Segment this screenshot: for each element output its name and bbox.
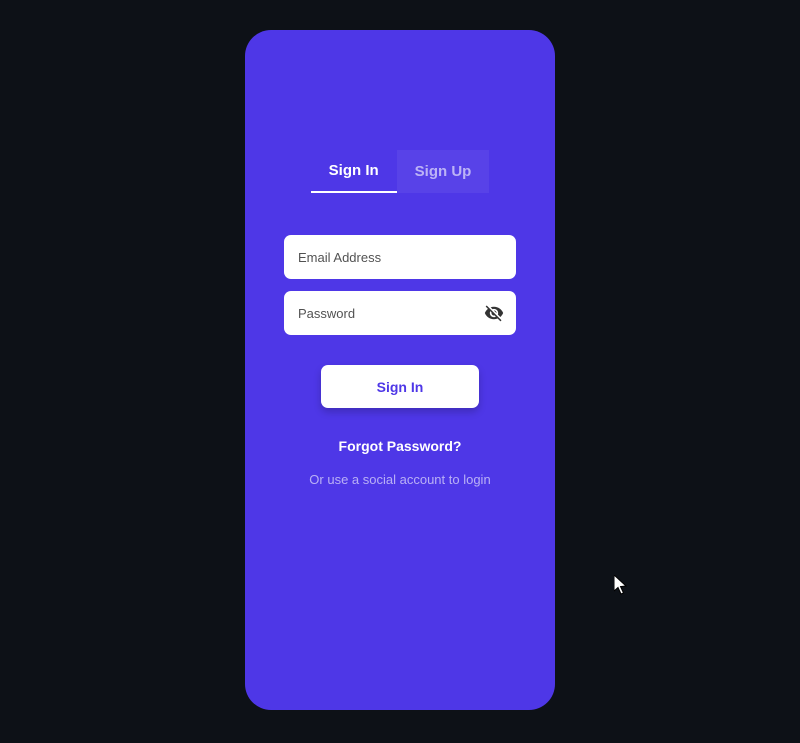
tab-sign-in[interactable]: Sign In (311, 150, 397, 193)
password-field-group (284, 291, 516, 335)
email-field-group (284, 235, 516, 279)
password-input[interactable] (284, 291, 516, 335)
sign-in-button[interactable]: Sign In (321, 365, 479, 408)
visibility-off-icon[interactable] (484, 303, 504, 323)
mouse-cursor-icon (614, 575, 630, 597)
forgot-password-link[interactable]: Forgot Password? (339, 438, 462, 454)
login-screen: Sign In Sign Up Sign In Forgot Password?… (245, 30, 555, 710)
social-login-text: Or use a social account to login (309, 472, 490, 487)
email-input[interactable] (284, 235, 516, 279)
tab-sign-up[interactable]: Sign Up (397, 150, 490, 193)
auth-tabs: Sign In Sign Up (311, 150, 490, 193)
